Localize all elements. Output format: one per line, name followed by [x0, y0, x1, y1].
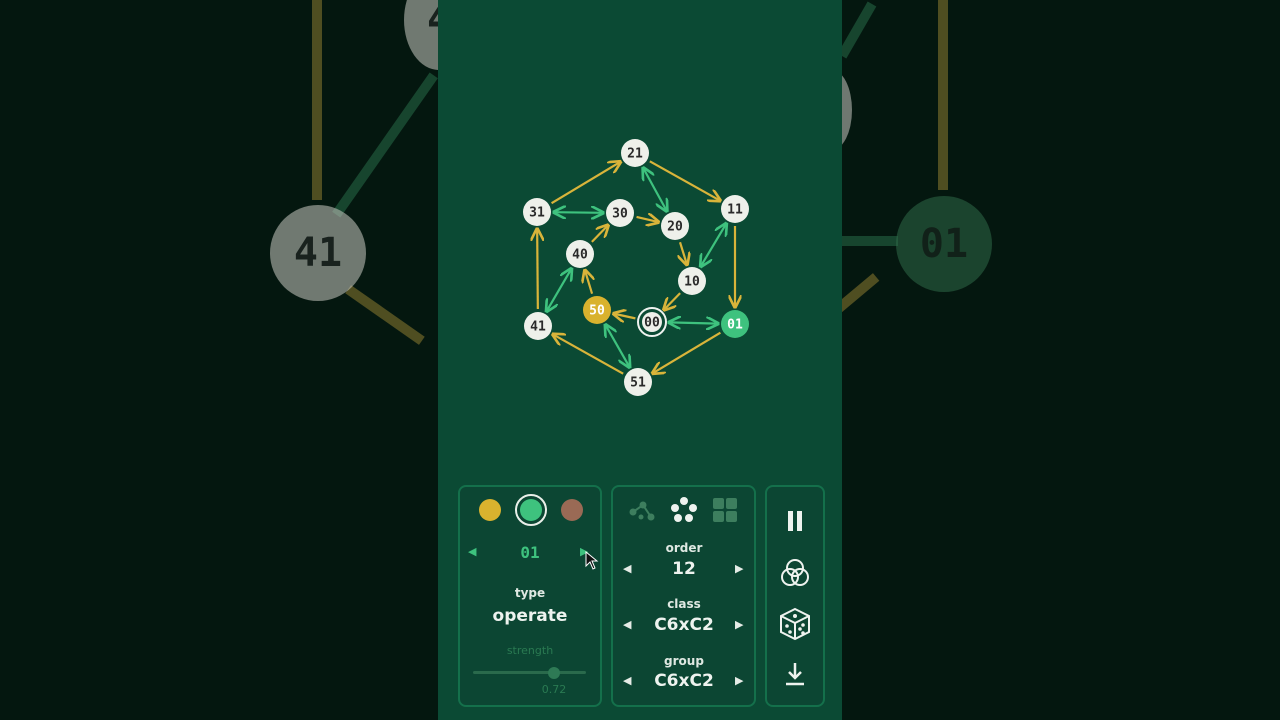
- edge-51-50: [605, 325, 629, 367]
- graph-node-21[interactable]: 21: [621, 139, 649, 167]
- graph-node-label: 11: [727, 203, 743, 218]
- grid-layout-icon[interactable]: [711, 496, 739, 524]
- edge-20-10: [680, 241, 687, 265]
- class-label: class: [667, 597, 701, 611]
- swatch-brown[interactable]: [561, 499, 583, 521]
- graph-node-30[interactable]: 30: [606, 199, 634, 227]
- prev-element-button[interactable]: ◀: [468, 545, 476, 558]
- group-label: group: [664, 654, 704, 668]
- edge-21-20: [643, 168, 667, 211]
- graph-node-41[interactable]: 41: [524, 312, 552, 340]
- graph-node-label: 51: [630, 376, 646, 391]
- edge-11-10: [701, 224, 727, 267]
- graph-node-label: 31: [529, 206, 545, 221]
- edge-01-51: [653, 331, 721, 374]
- graph-node-label: 00: [644, 316, 660, 331]
- order-next-button[interactable]: ▶: [735, 562, 743, 575]
- edge-40-30: [591, 225, 608, 243]
- venn-icon[interactable]: [779, 557, 811, 589]
- pause-icon[interactable]: [781, 506, 809, 536]
- graph-node-20[interactable]: 20: [661, 212, 689, 240]
- group-prev-button[interactable]: ◀: [623, 674, 631, 687]
- order-prev-button[interactable]: ◀: [623, 562, 631, 575]
- class-prev-button[interactable]: ◀: [623, 618, 631, 631]
- dice-icon[interactable]: [778, 606, 812, 642]
- class-value: C6xC2: [654, 615, 714, 635]
- graph-node-label: 30: [612, 207, 628, 222]
- swatch-green[interactable]: [520, 499, 542, 521]
- edge-41-31: [537, 229, 538, 310]
- class-next-button[interactable]: ▶: [735, 618, 743, 631]
- edge-21-11: [649, 160, 720, 200]
- edge-31-21: [550, 162, 621, 205]
- edge-30-20: [636, 217, 659, 222]
- strength-label: strength: [506, 644, 554, 657]
- graph-node-50[interactable]: 50: [583, 296, 611, 324]
- strength-slider[interactable]: [473, 671, 586, 674]
- graph-node-00[interactable]: 00: [637, 307, 667, 337]
- order-value: 12: [672, 559, 696, 579]
- mouse-cursor: [585, 551, 599, 570]
- swatch-yellow[interactable]: [479, 499, 501, 521]
- graph-node-label: 40: [572, 248, 588, 263]
- group-next-button[interactable]: ▶: [735, 674, 743, 687]
- graph-node-01[interactable]: 01: [721, 310, 749, 338]
- circle-layout-icon[interactable]: [669, 495, 699, 525]
- edge-10-00: [664, 292, 681, 310]
- strength-value: 0.72: [541, 683, 567, 696]
- order-label: order: [665, 541, 703, 555]
- download-icon[interactable]: [781, 660, 809, 688]
- edge-00-50: [614, 314, 636, 319]
- graph-node-label: 10: [684, 275, 700, 290]
- graph-node-label: 50: [589, 304, 605, 319]
- graph-node-11[interactable]: 11: [721, 195, 749, 223]
- group-value: C6xC2: [654, 671, 714, 691]
- edge-41-40: [547, 269, 572, 312]
- graph-node-label: 21: [627, 147, 643, 162]
- graph-node-10[interactable]: 10: [678, 267, 706, 295]
- graph-node-51[interactable]: 51: [624, 368, 652, 396]
- graph-layout-icon[interactable]: [627, 497, 657, 525]
- graph-node-label: 20: [667, 220, 683, 235]
- edge-31-30: [554, 212, 603, 213]
- edge-51-41: [553, 334, 624, 375]
- edge-01-00: [669, 322, 718, 323]
- edge-50-40: [585, 270, 592, 295]
- type-label: type: [514, 586, 546, 600]
- graph-node-label: 41: [530, 320, 546, 335]
- type-value[interactable]: operate: [460, 606, 600, 626]
- graph-node-40[interactable]: 40: [566, 240, 594, 268]
- element-value: 01: [520, 543, 540, 562]
- graph-node-label: 01: [727, 318, 743, 333]
- graph-node-31[interactable]: 31: [523, 198, 551, 226]
